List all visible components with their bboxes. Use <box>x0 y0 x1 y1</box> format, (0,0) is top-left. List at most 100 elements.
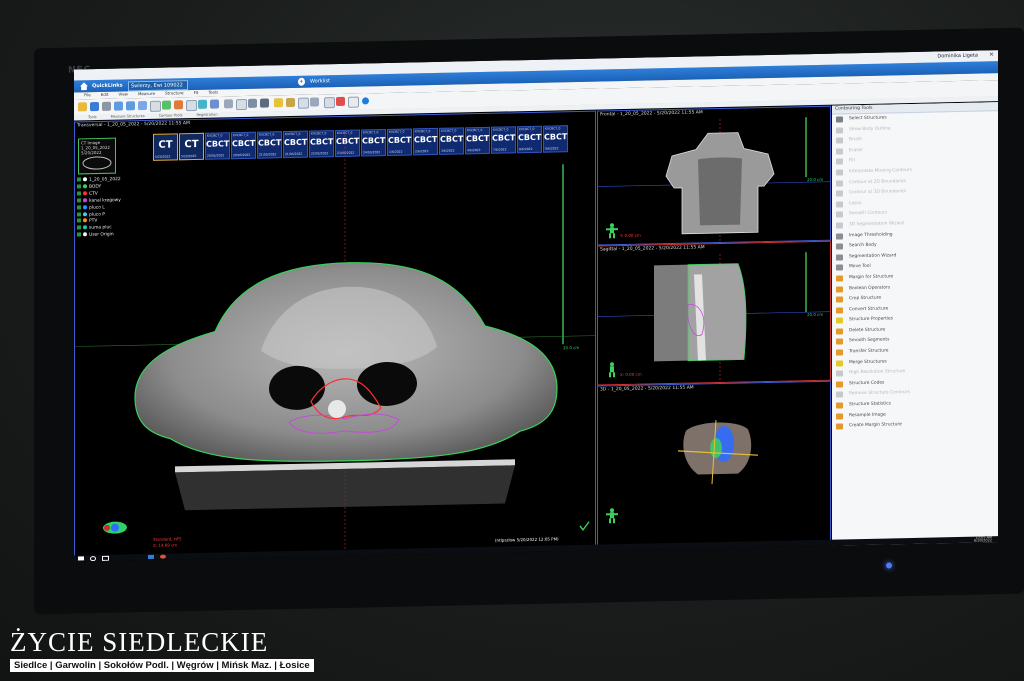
toolbar-zoom-icon[interactable] <box>150 100 161 112</box>
tool-icon <box>836 127 843 134</box>
close-icon[interactable]: ✕ <box>989 51 994 58</box>
tool-icon <box>836 243 843 250</box>
toolbar-contour-icon[interactable] <box>174 100 183 110</box>
monitor: NEC Dominika Ligeta ✕ QuickLinks Śwlerzy… <box>34 27 1024 615</box>
tool-label: Merge Structures <box>849 359 887 365</box>
tool-icon <box>836 254 843 261</box>
tool-label: Structure Codes <box>849 380 885 387</box>
contouring-tools-panel: Contouring Tools Select Structures Show B… <box>832 102 998 546</box>
toolbar-layout-icon[interactable] <box>210 99 219 109</box>
tool-icon <box>836 211 843 218</box>
tool-icon <box>836 264 843 271</box>
subtoolbar-tab-3[interactable]: Registration <box>196 113 217 117</box>
toolbar-save-icon[interactable] <box>90 102 99 112</box>
menu-item-file[interactable]: File <box>84 92 91 97</box>
tool-icon <box>836 158 843 165</box>
toolbar-mail-icon[interactable] <box>348 96 359 108</box>
toolbar-grid-icon[interactable] <box>224 99 233 109</box>
tool-icon <box>836 370 843 377</box>
subtoolbar-tab-2[interactable]: Contour Tools <box>159 113 183 117</box>
quicklinks-menu[interactable]: QuickLinks <box>92 82 123 91</box>
tool-label: Segmentation Wizard <box>849 253 897 260</box>
toolbar-ruler-icon[interactable] <box>286 97 295 108</box>
tool-icon <box>836 328 843 335</box>
sagittal-x-position: X: 0.00 cm <box>620 371 642 378</box>
screen: Dominika Ligeta ✕ QuickLinks Śwlerzy, Ew… <box>74 50 998 562</box>
menu-item-structure[interactable]: Structure <box>165 90 184 95</box>
search-icon[interactable] <box>90 556 96 562</box>
toolbar-open-icon[interactable] <box>78 102 87 112</box>
tool-label: Boolean Operators <box>849 284 891 291</box>
subtoolbar-tab-1[interactable]: Measure Structures <box>111 114 145 119</box>
toolbar-redo-icon[interactable] <box>126 101 135 111</box>
menu-item-measure[interactable]: Measure <box>138 91 155 96</box>
tool-label: Contour at 3D Boundaries <box>849 189 907 196</box>
subtoolbar-tab-0[interactable]: Tools <box>88 115 97 119</box>
tool-label: Resample Image <box>849 412 886 418</box>
transverse-view[interactable]: Transversal - 1_20_05_2022 - 5/20/2022 1… <box>74 110 596 558</box>
menu-item-tools[interactable]: Tools <box>208 90 218 95</box>
3d-view[interactable]: 3D - 1_20_05_2022 - 5/20/2022 11:55 AM <box>597 380 831 547</box>
toolbar-pan-icon[interactable] <box>162 100 171 110</box>
task-view-icon[interactable] <box>102 555 109 561</box>
toolbar-pencil-icon[interactable] <box>274 98 283 108</box>
clock-date: 6/20/2022 <box>974 538 992 543</box>
sagittal-ct-image <box>598 252 830 383</box>
frontal-view[interactable]: Frontal - 1_20_05_2022 - 5/20/2022 11:55… <box>597 105 831 246</box>
toolbar-chart-icon[interactable] <box>236 98 247 111</box>
tool-icon <box>836 137 843 144</box>
sagittal-orientation-icon <box>609 362 615 378</box>
tool-label: Image Thresholding <box>849 231 893 238</box>
checkmark-icon <box>579 521 590 532</box>
toolbar-print-icon[interactable] <box>102 101 111 111</box>
watermark: ŻYCIE SIEDLECKIE Siedlce | Garwolin | So… <box>10 628 314 672</box>
tool-icon <box>836 232 843 240</box>
browser-icon[interactable] <box>160 554 166 559</box>
tool-label: Contour at 2D Boundaries <box>849 178 907 185</box>
toolbar-grid2-icon[interactable] <box>310 97 319 107</box>
toolbar-target-icon[interactable] <box>298 97 309 109</box>
toolbar-search-icon[interactable] <box>324 97 335 109</box>
tool-icon <box>836 148 843 155</box>
tool-icon <box>836 360 843 367</box>
tool-icon <box>836 275 843 282</box>
tool-icon <box>836 391 843 399</box>
watermark-title: ŻYCIE SIEDLECKIE <box>10 627 269 657</box>
tool-icon <box>836 349 843 356</box>
tool-icon <box>836 381 843 388</box>
tool-label: Smooth Contours <box>849 210 888 217</box>
workspace-menu[interactable]: Worklist <box>310 77 330 85</box>
tool-label: Convert Structure <box>849 306 889 312</box>
toolbar-warning-icon[interactable] <box>336 96 345 107</box>
toolbar-camera-icon[interactable] <box>260 98 269 108</box>
tool-icon <box>836 179 843 187</box>
user-name[interactable]: Dominika Ligeta <box>937 53 978 60</box>
tool-icon <box>836 307 843 314</box>
transverse-scale: 20.0 cm <box>563 344 580 351</box>
app-icon[interactable] <box>148 554 154 559</box>
tool-label: Structure Properties <box>849 316 894 323</box>
menu-item-fit[interactable]: Fit <box>194 90 199 95</box>
sagittal-view[interactable]: Sagittal - 1_20_05_2022 - 5/20/2022 11:5… <box>597 240 831 386</box>
tool-label: 3D Segmentation Wizard <box>849 221 904 228</box>
tool-label: Smooth Segments <box>849 337 890 344</box>
start-icon[interactable] <box>78 556 84 561</box>
tool-icon <box>836 222 843 229</box>
toolbar-info-icon[interactable] <box>362 97 369 105</box>
tool-item[interactable]: Create Margin Structure <box>832 418 998 432</box>
menu-item-edit[interactable]: Edit <box>101 92 109 97</box>
home-icon[interactable] <box>80 82 88 90</box>
toolbar-rotate-icon[interactable] <box>198 99 207 109</box>
add-workspace-icon[interactable]: + <box>298 77 305 86</box>
menu-item-view[interactable]: View <box>118 91 128 96</box>
tool-label: Delete Structure <box>849 327 886 334</box>
tool-label: Show Body Outline <box>849 126 891 132</box>
toolbar-window-icon[interactable] <box>138 101 147 111</box>
tool-icon <box>836 338 843 346</box>
toolbar-screen-icon[interactable] <box>248 98 257 108</box>
frontal-scale: 20.0 cm <box>807 176 824 183</box>
tool-label: Move Tool <box>849 264 871 270</box>
tool-label: Structure Statistics <box>849 401 891 408</box>
toolbar-measure-icon[interactable] <box>186 99 197 112</box>
toolbar-undo-icon[interactable] <box>114 101 123 111</box>
